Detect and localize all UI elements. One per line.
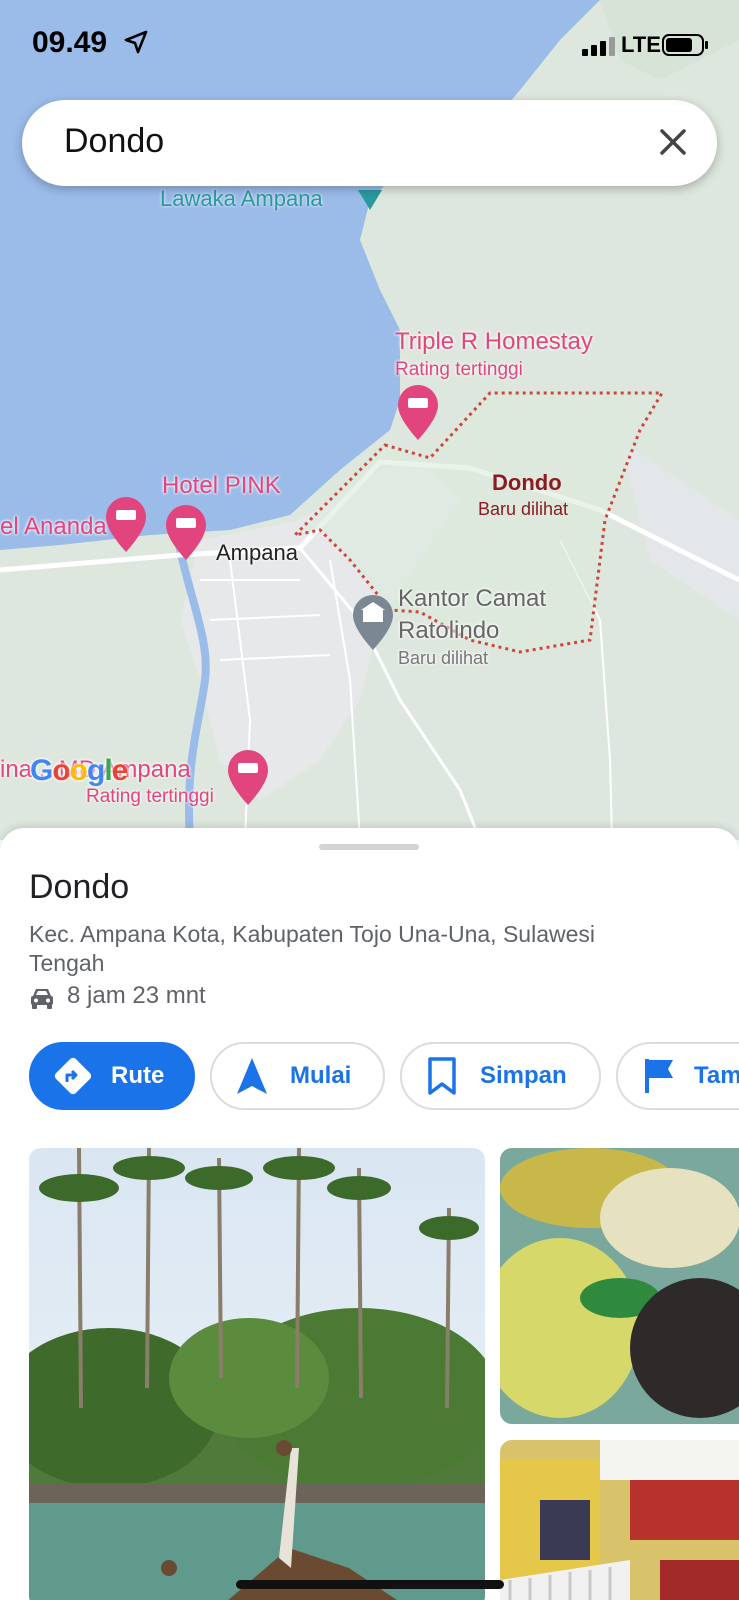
navigation-arrow-icon	[237, 1058, 267, 1094]
status-bar: 09.49 LTE	[0, 0, 739, 90]
drag-handle[interactable]	[319, 844, 419, 850]
map-label-ampana: Ampana	[216, 540, 298, 565]
route-button[interactable]: Rute	[29, 1042, 195, 1110]
bookmark-icon	[428, 1057, 456, 1095]
add-label-text: Tam	[694, 1062, 739, 1089]
status-time: 09.49	[32, 26, 108, 59]
network-type: LTE	[621, 32, 661, 57]
add-label-button[interactable]: Tam	[616, 1042, 739, 1110]
map-label-kantor-sub: Baru dilihat	[398, 648, 489, 668]
map-label-dondo-sub: Baru dilihat	[478, 499, 569, 519]
google-watermark: Google	[30, 754, 128, 787]
map-label-ananda[interactable]: el Ananda	[0, 513, 107, 541]
drive-time-text: 8 jam 23 mnt	[67, 982, 206, 1009]
search-bar[interactable]: Dondo	[22, 100, 717, 186]
place-address: Kec. Ampana Kota, Kabupaten Tojo Una-Una…	[29, 921, 595, 976]
map-label-kantor-1[interactable]: Kantor Camat	[398, 585, 546, 613]
car-icon	[31, 989, 53, 1009]
location-arrow-icon	[124, 30, 148, 54]
map-label-hotel-pink[interactable]: Hotel PINK	[162, 472, 281, 500]
map-label-dondo[interactable]: Dondo	[492, 470, 562, 496]
route-label: Rute	[111, 1062, 165, 1089]
map-label-lawaka[interactable]: Lawaka Ampana	[160, 186, 323, 212]
place-sheet[interactable]: Dondo Kec. Ampana Kota, Kabupaten Tojo U…	[0, 828, 739, 1600]
flag-icon	[645, 1059, 673, 1093]
photo-underwater[interactable]	[500, 1148, 739, 1424]
map-label-kantor-2[interactable]: Ratolindo	[398, 617, 499, 645]
save-label: Simpan	[480, 1062, 567, 1089]
start-label: Mulai	[290, 1062, 352, 1089]
start-button[interactable]: Mulai	[210, 1042, 385, 1110]
map-label-triple-r[interactable]: Triple R Homestay	[395, 328, 593, 356]
search-input[interactable]: Dondo	[64, 122, 164, 161]
signal-icon	[582, 37, 615, 56]
battery-icon	[662, 34, 708, 56]
map-label-pinag-sub: Rating tertinggi	[86, 786, 214, 807]
photo-shop[interactable]	[500, 1440, 739, 1600]
close-icon[interactable]	[653, 122, 693, 162]
save-button[interactable]: Simpan	[400, 1042, 601, 1110]
home-indicator[interactable]	[236, 1580, 504, 1589]
map-label-triple-r-sub: Rating tertinggi	[395, 359, 523, 380]
photo-main[interactable]	[29, 1148, 485, 1600]
directions-icon	[54, 1057, 92, 1095]
place-title: Dondo	[29, 868, 130, 906]
